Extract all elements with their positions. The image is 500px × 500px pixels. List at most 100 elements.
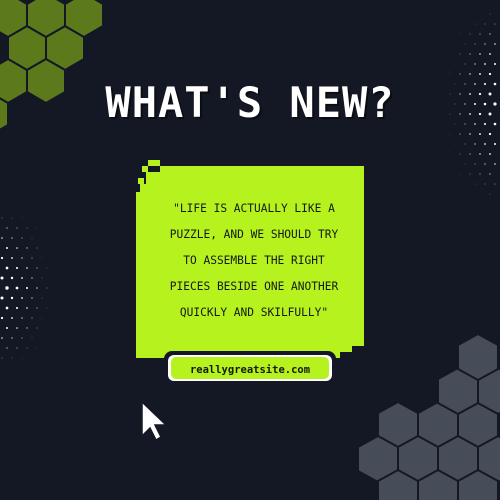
decorative-dot (6, 347, 8, 349)
decorative-dot (479, 153, 481, 155)
decorative-dot (494, 23, 496, 25)
decorative-dot (459, 153, 461, 155)
quote-line: PIECES BESIDE ONE ANOTHER (169, 280, 339, 293)
decorative-dot (10, 276, 14, 280)
decorative-dot (459, 133, 461, 135)
decorative-dot (1, 357, 3, 359)
decorative-dot (26, 307, 28, 309)
decorative-dot (6, 227, 8, 229)
decorative-dot (11, 337, 13, 339)
decorative-dot (1, 237, 3, 239)
decorative-dot (21, 337, 23, 339)
decorative-dot (41, 277, 43, 279)
decorative-dot (464, 143, 466, 145)
hexagon-pattern-bottom-right (357, 332, 500, 500)
decorative-dot (36, 307, 38, 309)
decorative-dot (488, 132, 492, 136)
decorative-dot (6, 327, 8, 329)
decorative-dot (464, 43, 466, 45)
decorative-dot (469, 153, 471, 155)
decorative-dot (489, 13, 491, 15)
decorative-dot (484, 143, 486, 145)
decorative-dot (10, 296, 14, 300)
decorative-dot (26, 327, 28, 329)
decorative-dot (493, 142, 497, 146)
decorative-dot (469, 173, 471, 175)
decorative-dot (479, 73, 481, 75)
decorative-dot (494, 163, 496, 165)
decorative-dot (16, 227, 18, 229)
decorative-dot (464, 63, 466, 65)
decorative-dot (26, 227, 28, 229)
decorative-dot (479, 53, 481, 55)
decorative-dot (5, 266, 9, 270)
decorative-dot (469, 133, 471, 135)
decorative-dot (469, 53, 471, 55)
decorative-dot (489, 173, 491, 175)
quote-line: QUICKLY AND SKILFULLY" (179, 306, 329, 319)
decorative-dot (21, 277, 23, 279)
decorative-dot (11, 217, 13, 219)
decorative-dot (15, 286, 19, 290)
website-link[interactable]: reallygreatsite.com (168, 358, 332, 382)
decorative-dot (11, 237, 13, 239)
decorative-dot (459, 73, 461, 75)
decorative-dot (36, 267, 38, 269)
decorative-dot (11, 257, 13, 259)
decorative-dot (469, 33, 471, 35)
decorative-dot (21, 297, 23, 299)
decorative-dot (494, 43, 496, 45)
decorative-dot (489, 193, 491, 195)
decorative-dot (46, 267, 48, 269)
decorative-dot (31, 237, 33, 239)
decorative-dot (46, 287, 48, 289)
decorative-dot (488, 72, 492, 76)
decorative-dot (5, 286, 9, 290)
decorative-dot (459, 53, 461, 55)
decorative-dot (25, 286, 29, 290)
decorative-dot (31, 277, 33, 279)
decorative-dot (469, 73, 471, 75)
decorative-dot (6, 247, 8, 249)
decorative-dot (484, 43, 486, 45)
decorative-dot (16, 347, 18, 349)
decorative-dot (484, 183, 486, 185)
decorative-dot (46, 307, 48, 309)
page-title: WHAT'S NEW? (105, 78, 395, 127)
decorative-dot (0, 316, 4, 320)
decorative-dot (11, 317, 13, 319)
decorative-dot (16, 247, 18, 249)
decorative-dot (0, 276, 4, 280)
decorative-dot (1, 217, 3, 219)
decorative-dot (464, 163, 466, 165)
decorative-dot (479, 33, 481, 35)
decorative-dot (474, 163, 476, 165)
decorative-dot (479, 133, 481, 135)
decorative-dot (11, 357, 13, 359)
decorative-dot (493, 62, 497, 66)
decorative-dot (36, 287, 38, 289)
decorative-dot (15, 266, 19, 270)
decorative-dot (0, 256, 4, 260)
decorative-dot (26, 247, 28, 249)
decorative-dot (31, 337, 33, 339)
decorative-dot (16, 327, 18, 329)
decorative-dot (0, 296, 4, 300)
decorative-dot (484, 163, 486, 165)
decorative-dot (479, 173, 481, 175)
decorative-dot (484, 63, 486, 65)
decorative-dot (474, 143, 476, 145)
decorative-dot (484, 23, 486, 25)
decorative-dot (489, 53, 491, 55)
decorative-dot (474, 23, 476, 25)
decorative-dot (474, 43, 476, 45)
pointer-cursor-icon (141, 400, 168, 442)
decorative-dot (15, 306, 19, 310)
quote-line: PUZZLE, AND WE SHOULD TRY (169, 228, 339, 241)
decorative-dot (21, 317, 23, 319)
decorative-dot (21, 257, 23, 259)
decorative-dot (494, 183, 496, 185)
decorative-dot (36, 327, 38, 329)
decorative-dot (474, 183, 476, 185)
decorative-dot (31, 317, 33, 319)
